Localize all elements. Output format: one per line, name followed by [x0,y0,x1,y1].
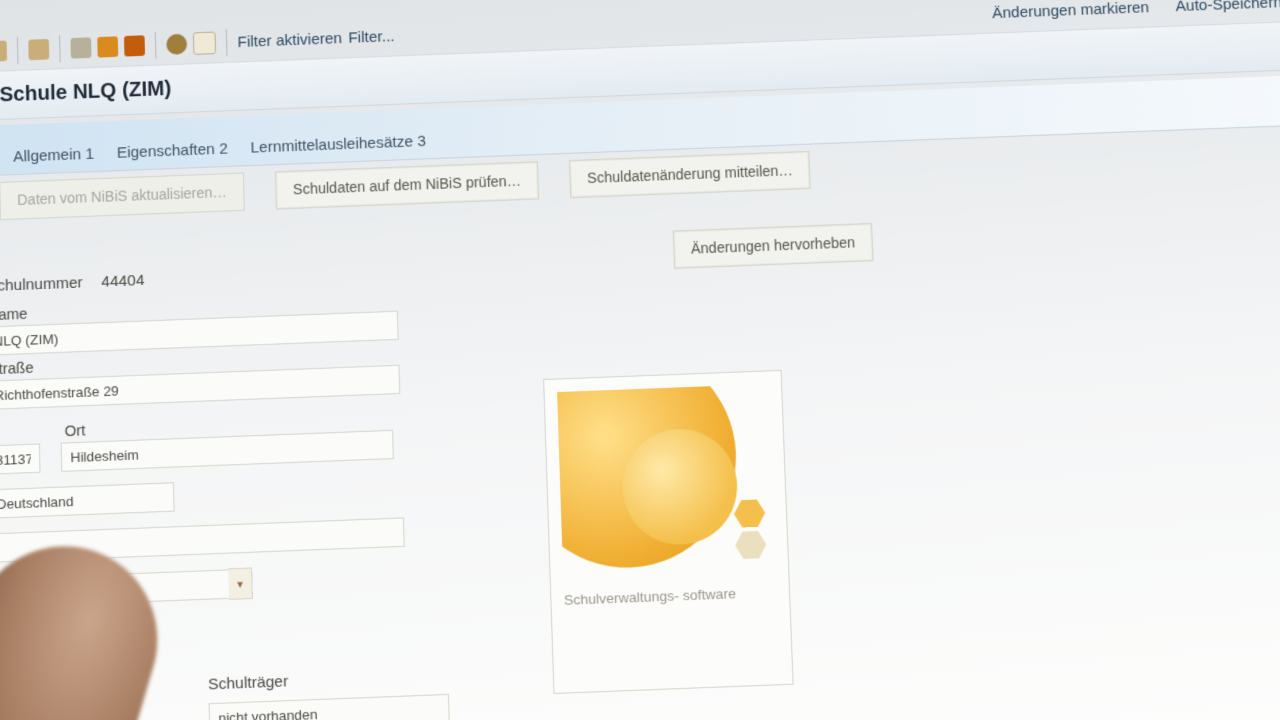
mark-changes-link[interactable]: Änderungen markieren [992,0,1150,22]
toolbar-separator [155,32,157,59]
school-logo-panel: Schulverwaltungs- software [543,370,794,694]
tab-eigenschaften[interactable]: Eigenschaften 2 [117,140,228,162]
notify-change-button[interactable]: Schuldatenänderung mitteilen… [569,151,811,198]
check-nibis-button[interactable]: Schuldaten auf dem NiBiS prüfen… [275,161,539,209]
schultraeger-field[interactable] [209,694,450,720]
school-logo-image [557,384,776,581]
highlight-changes-button[interactable]: Änderungen hervorheben [673,223,874,269]
schulnummer-value: 44404 [101,272,145,291]
autosave-link[interactable]: Auto-Speichern [1175,0,1280,15]
toolbar-icon-7[interactable] [193,32,216,55]
schulnummer-label: Schulnummer [0,274,83,295]
toolbar-separator [226,29,228,56]
logo-caption: Schulverwaltungs- software [564,583,777,611]
toolbar-icon-4[interactable] [97,36,118,57]
chevron-down-icon[interactable]: ▾ [228,567,253,599]
schultraeger-label: Schulträger [208,673,289,694]
toolbar-icon-1[interactable] [0,41,7,62]
tab-allgemein[interactable]: Allgemein 1 [13,145,94,166]
toolbar-icon-3[interactable] [70,37,91,58]
plz-field[interactable] [0,443,41,474]
magnifier-icon[interactable] [28,39,49,60]
tab-lernmittel[interactable]: Lernmittelausleihesätze 3 [250,133,426,157]
filter-link[interactable]: Filter... [348,27,395,46]
toolbar-icon-5[interactable] [124,35,145,56]
filter-activate-link[interactable]: Filter aktivieren [237,29,342,50]
toolbar-icon-6[interactable] [166,34,187,55]
toolbar-separator [17,37,19,64]
toolbar-separator [59,35,61,62]
refresh-nibis-button: Daten vom NiBiS aktualisieren… [0,173,245,221]
